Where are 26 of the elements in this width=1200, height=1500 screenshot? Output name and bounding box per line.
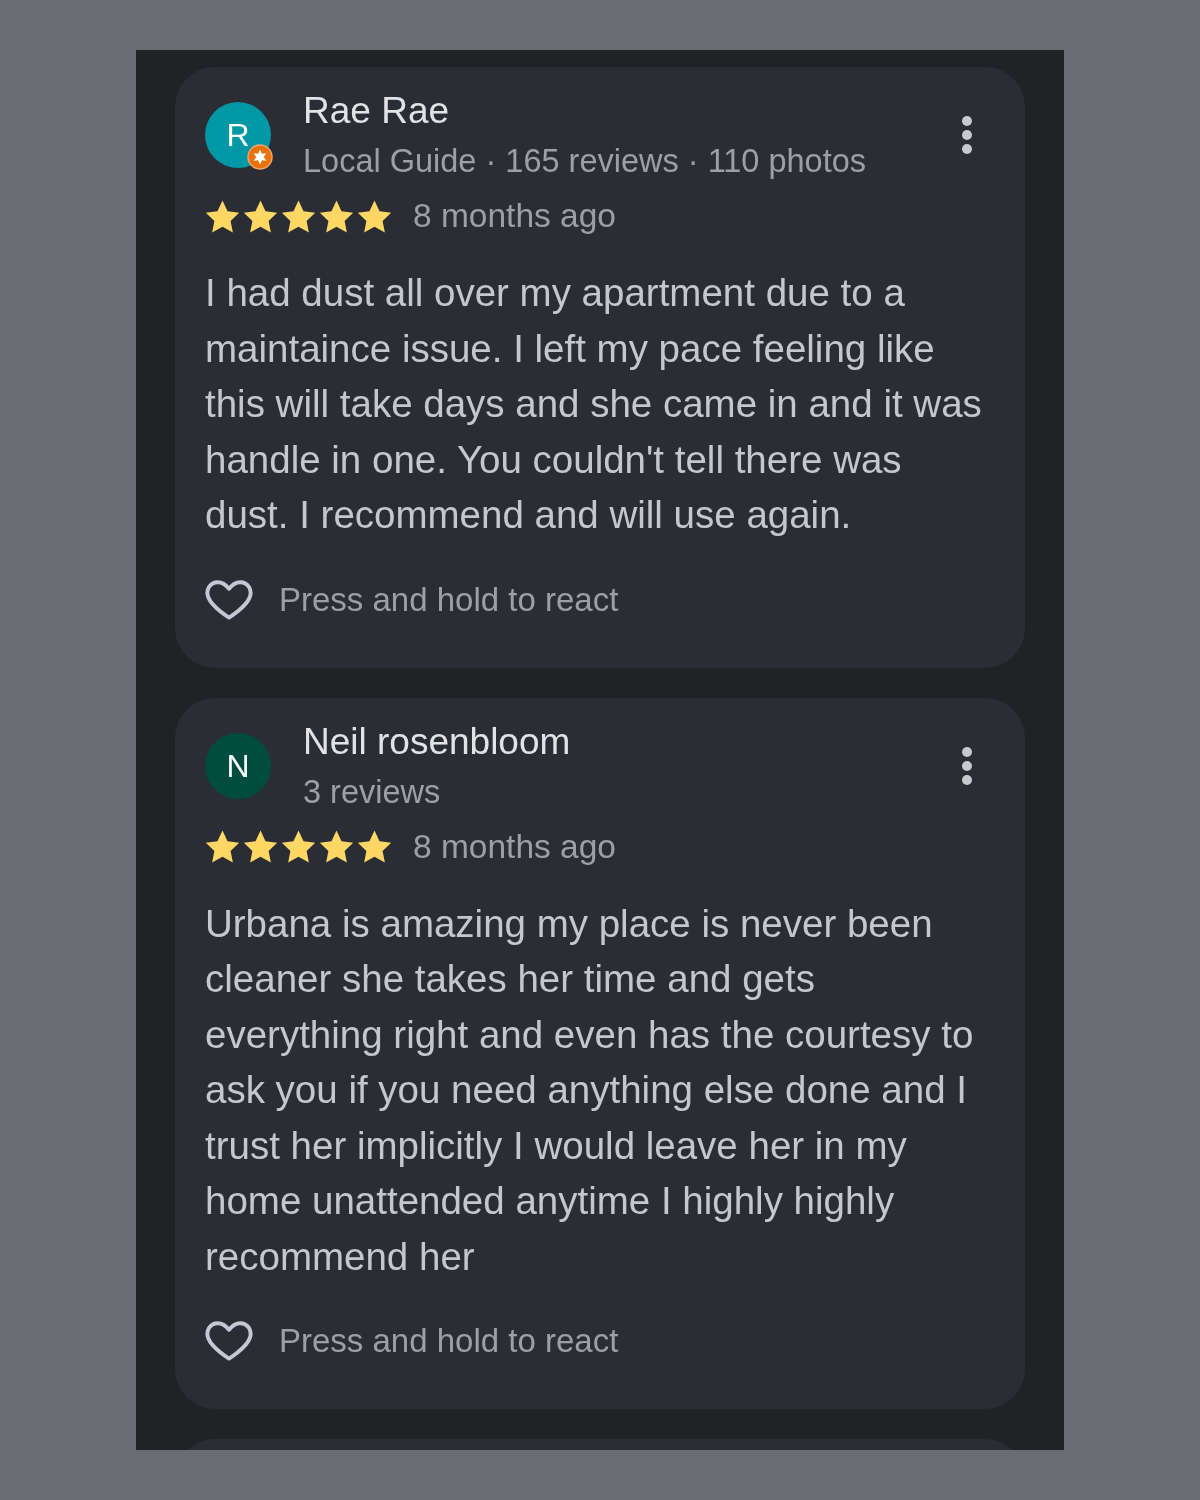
review-text: Urbana is amazing my place is never been cleaner she takes her time and gets everything right and even has the courtesy to ask you if you need anything else done and I trust her implicitly I would leave her in my home unattended anytime I highly highly recommend her	[205, 900, 975, 1280]
star-icon	[281, 829, 316, 864]
avatar-letter: R	[226, 119, 250, 151]
more-options-icon[interactable]	[961, 115, 973, 155]
star-icon	[243, 829, 278, 864]
reaction-hint: Press and hold to react	[279, 1321, 619, 1362]
heart-icon[interactable]	[205, 577, 253, 622]
review-date: 8 months ago	[413, 196, 616, 236]
more-options-icon[interactable]	[961, 745, 973, 786]
star-icon	[357, 198, 392, 234]
heart-icon[interactable]	[205, 1319, 253, 1363]
review-text: I had dust all over my apartment due to a maintaince issue. I left my pace feeling like this will take days and she came in and it was handle in one. You couldn't tell there was dust. I recommend and will use again.	[205, 270, 983, 538]
star-icon	[357, 829, 392, 864]
reaction-hint: Press and hold to react	[279, 579, 619, 620]
reviewer-name: Neil rosenbloom	[303, 719, 571, 764]
star-icon	[281, 198, 316, 234]
review-date: 8 months ago	[413, 826, 616, 867]
star-icon	[205, 829, 240, 864]
reviewer-stats: 3 reviews	[303, 772, 442, 812]
star-icon	[205, 198, 240, 234]
avatar-letter: N	[226, 749, 250, 782]
reviewer-name: Rae Rae	[303, 89, 451, 133]
star-icon	[319, 829, 354, 864]
reviewer-stats: Local Guide · 165 reviews · 110 photos	[303, 142, 867, 181]
star-icon	[319, 198, 354, 234]
star-icon	[243, 198, 278, 234]
